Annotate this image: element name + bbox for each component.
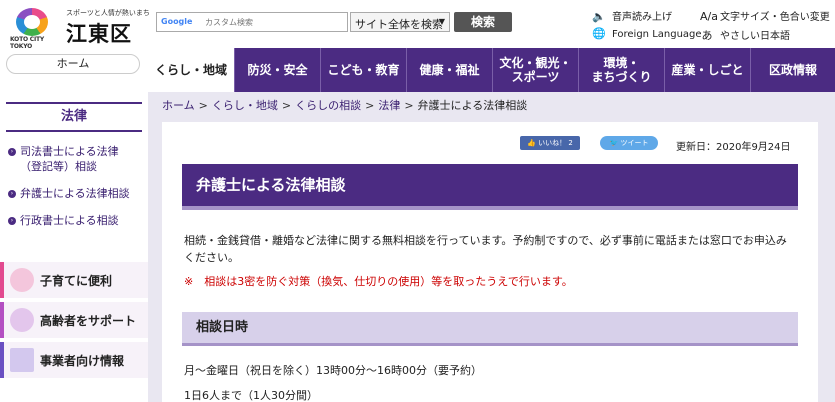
banner-kosodate[interactable]: 子育てに便利 <box>0 262 148 298</box>
section-heading: 相談日時 <box>182 312 798 346</box>
arrow-bullet-icon: › <box>8 148 16 156</box>
logo-tagline: スポーツと人情が熱いまち <box>66 9 150 17</box>
arrow-bullet-icon: › <box>8 190 16 198</box>
sidebar-link-shihou[interactable]: › 司法書士による法律（登記等）相談 <box>8 144 144 174</box>
banner-koureisha[interactable]: 高齢者をサポート <box>0 302 148 338</box>
page-title: 弁護士による法律相談 <box>182 164 798 210</box>
site-logo[interactable]: KOTO CITY TOKYO スポーツと人情が熱いまち 江東区 <box>10 6 150 50</box>
notice-text: ※ 相談は3密を防ぐ対策（換気、仕切りの使用）等を取ったうえで行います。 <box>184 275 573 288</box>
building-icon <box>10 348 34 372</box>
nav-kankyou[interactable]: 環境・ まちづくり <box>578 48 664 92</box>
nav-kodomo[interactable]: こども・教育 <box>320 48 406 92</box>
family-icon <box>10 268 34 292</box>
nav-sangyou[interactable]: 産業・しごと <box>664 48 750 92</box>
tweet-button[interactable]: 🐦 ツイート <box>600 136 658 150</box>
elderly-icon <box>10 308 34 332</box>
breadcrumb-current: 弁護士による法律相談 <box>417 99 528 112</box>
nav-kurashi[interactable]: くらし・地域 <box>148 48 234 92</box>
site-header: KOTO CITY TOKYO スポーツと人情が熱いまち 江東区 Google … <box>0 0 835 50</box>
read-aloud-link[interactable]: 🔈 音声読み上げ <box>592 8 672 23</box>
nav-kusei[interactable]: 区政情報 <box>750 48 835 92</box>
globe-icon: 🌐 <box>592 27 606 40</box>
text-size-icon: A/a <box>700 10 718 23</box>
twitter-icon: 🐦 <box>609 139 619 147</box>
text-size-link[interactable]: A/a 文字サイズ・色合い変更 <box>700 8 830 23</box>
breadcrumb: ホーム > くらし・地域 > くらしの相談 > 法律 > 弁護士による法律相談 <box>162 99 528 112</box>
global-nav: くらし・地域 防災・安全 こども・教育 健康・福祉 文化・観光・ スポーツ 環境・… <box>148 48 835 92</box>
schedule-text: 月～金曜日（祝日を除く）13時00分～16時00分（要予約） <box>184 364 482 377</box>
updated-date: 更新日：2020年9月24日 <box>676 142 791 153</box>
breadcrumb-houritsu[interactable]: 法律 <box>378 99 400 112</box>
left-sidebar: ホーム 法律 › 司法書士による法律（登記等）相談 › 弁護士による法律相談 › 行政… <box>0 48 148 402</box>
search-box[interactable]: Google <box>156 12 348 32</box>
nav-bunka[interactable]: 文化・観光・ スポーツ <box>492 48 578 92</box>
home-button[interactable]: ホーム <box>6 54 140 74</box>
nav-kenkou[interactable]: 健康・福祉 <box>406 48 492 92</box>
sidebar-category-title: 法律 <box>6 102 142 132</box>
speaker-icon: 🔈 <box>592 10 606 23</box>
nav-bousai[interactable]: 防災・安全 <box>234 48 320 92</box>
sidebar-link-gyousei[interactable]: › 行政書士による相談 <box>8 213 144 228</box>
easy-japanese-link[interactable]: あやさしい日本語 <box>700 27 791 43</box>
chevron-down-icon: ▼ <box>438 17 445 26</box>
search-button[interactable]: 検索 <box>454 12 512 32</box>
search-input[interactable] <box>205 15 343 29</box>
banner-jigyousha[interactable]: 事業者向け情報 <box>0 342 148 378</box>
logo-mark: KOTO CITY TOKYO <box>10 6 54 50</box>
description-text: 相続・金銭貸借・離婚など法律に関する無料相談を行っています。予約制ですので、必ず… <box>184 234 787 264</box>
breadcrumb-home[interactable]: ホーム <box>162 99 195 112</box>
arrow-bullet-icon: › <box>8 217 16 225</box>
thumbs-up-icon: 👍 <box>527 139 536 147</box>
google-label: Google <box>161 17 193 26</box>
breadcrumb-kurashi[interactable]: くらし・地域 <box>212 99 278 112</box>
easy-japanese-icon: あ <box>701 29 713 42</box>
search-scope-select[interactable]: サイト全体を検索 ▼ <box>350 12 450 32</box>
logo-name: 江東区 <box>66 21 132 46</box>
facebook-like-button[interactable]: 👍 いいね！ 2 <box>520 136 580 150</box>
foreign-language-link[interactable]: 🌐 Foreign Language <box>592 27 701 40</box>
main-content: 👍 いいね！ 2 🐦 ツイート 更新日：2020年9月24日 弁護士による法律相… <box>162 122 818 402</box>
sidebar-link-bengoshi[interactable]: › 弁護士による法律相談 <box>8 186 144 201</box>
breadcrumb-soudan[interactable]: くらしの相談 <box>295 99 361 112</box>
capacity-text: 1日6人まで（1人30分間） <box>184 389 318 402</box>
